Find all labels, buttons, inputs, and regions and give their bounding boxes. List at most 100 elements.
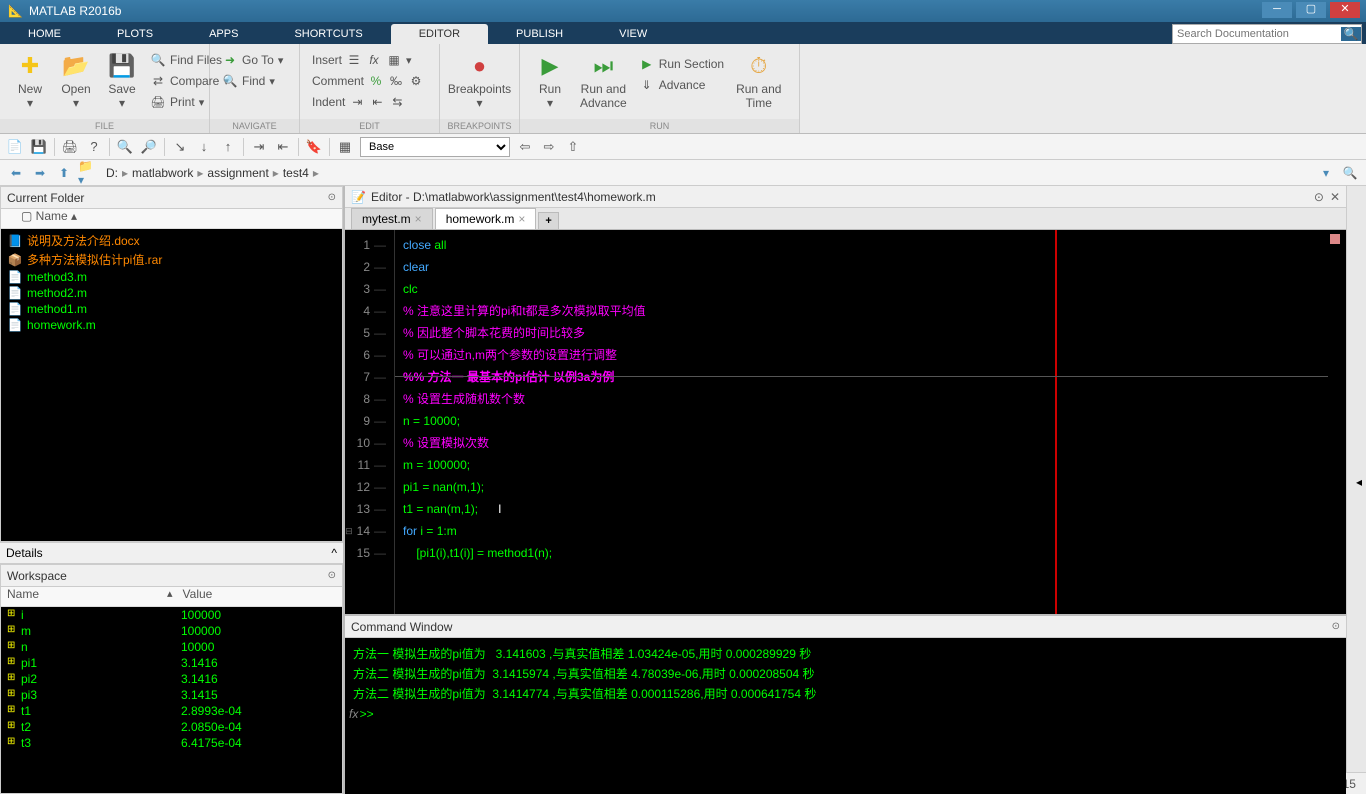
step-out-icon[interactable]: ↑	[219, 138, 237, 156]
file-item[interactable]: 📘说明及方法介绍.docx	[3, 231, 340, 250]
command-window-header: Command Window ⊙	[345, 616, 1346, 638]
tab-editor[interactable]: EDITOR	[391, 24, 488, 44]
help-icon[interactable]: ?	[85, 138, 103, 156]
folder-icon: 📁▾	[78, 163, 98, 183]
zoom-out-icon[interactable]: 🔎	[140, 138, 158, 156]
tab-close-icon[interactable]: ×	[415, 212, 422, 226]
minimize-button[interactable]: ─	[1262, 2, 1292, 18]
workspace-var[interactable]: ⊞n10000	[1, 639, 342, 655]
tab-view[interactable]: VIEW	[591, 24, 675, 44]
file-item[interactable]: 📦多种方法模拟估计pi值.rar	[3, 250, 340, 269]
indent-button[interactable]: Indent ⇥⇤⇆	[308, 92, 431, 112]
file-item[interactable]: 📄homework.m	[3, 317, 340, 333]
tab-home[interactable]: HOME	[0, 24, 89, 44]
breadcrumb-item[interactable]: assignment	[203, 166, 272, 180]
workspace-var[interactable]: ⊞t22.0850e-04	[1, 719, 342, 735]
new-button[interactable]: ✚New▾	[8, 46, 52, 120]
dropdown-icon[interactable]: ▾	[1316, 163, 1336, 183]
command-window[interactable]: 方法一 模拟生成的pi值为 3.141603 ,与真实值相差 1.03424e-…	[345, 638, 1346, 794]
insert-button[interactable]: Insert ☰fx▦▾	[308, 50, 431, 70]
code-editor[interactable]: 1—2—3—4—5—6—7—8—9—10—11—12—13—⊟14—15— cl…	[345, 230, 1346, 614]
editor-tabs: mytest.m×homework.m×+	[345, 208, 1346, 230]
editor-menu-icon[interactable]: ⊙	[1314, 190, 1324, 204]
file-col-header[interactable]: ▢ Name ▴	[1, 209, 342, 229]
open-button[interactable]: 📂Open▾	[54, 46, 98, 120]
editor-tab[interactable]: mytest.m×	[351, 208, 433, 229]
maximize-button[interactable]: ▢	[1296, 2, 1326, 18]
close-button[interactable]: ✕	[1330, 2, 1360, 18]
find-button[interactable]: 🔍Find ▾	[218, 71, 291, 91]
run-advance-button[interactable]: ⏭Run and Advance	[574, 46, 633, 120]
workspace-var[interactable]: ⊞pi13.1416	[1, 655, 342, 671]
run-time-button[interactable]: ⏱Run and Time	[730, 46, 787, 120]
workspace-var[interactable]: ⊞i100000	[1, 607, 342, 623]
message-strip[interactable]	[1328, 230, 1346, 614]
nav-fwd-icon[interactable]: ⇨	[540, 138, 558, 156]
panel-menu-icon[interactable]: ⊙	[328, 192, 336, 203]
var-icon: ⊞	[7, 704, 21, 718]
workspace-var[interactable]: ⊞t12.8993e-04	[1, 703, 342, 719]
workspace-header: Workspace ⊙	[1, 565, 342, 587]
search-input[interactable]	[1173, 28, 1341, 40]
step-in-icon[interactable]: ↓	[195, 138, 213, 156]
nav-up-icon[interactable]: ⇧	[564, 138, 582, 156]
editor-close-icon[interactable]: ✕	[1330, 190, 1340, 204]
group-breakpoints: BREAKPOINTS	[440, 119, 519, 133]
breakpoints-button[interactable]: ●Breakpoints▾	[448, 46, 511, 114]
workspace-var[interactable]: ⊞pi23.1416	[1, 671, 342, 687]
comment-button[interactable]: Comment %‰⚙	[308, 71, 431, 91]
title-bar: 📐 MATLAB R2016b ─ ▢ ✕	[0, 0, 1366, 22]
file-item[interactable]: 📄method2.m	[3, 285, 340, 301]
workspace-var[interactable]: ⊞m100000	[1, 623, 342, 639]
search-doc-box[interactable]: 🔍	[1172, 24, 1362, 44]
workspace-var[interactable]: ⊞pi33.1415	[1, 687, 342, 703]
add-tab-button[interactable]: +	[538, 212, 558, 229]
panel-menu-icon[interactable]: ⊙	[1332, 621, 1340, 632]
file-icon: 📘	[7, 234, 23, 248]
step-icon[interactable]: ↘	[171, 138, 189, 156]
tab-apps[interactable]: APPS	[181, 24, 266, 44]
zoom-in-icon[interactable]: 🔍	[116, 138, 134, 156]
var-icon: ⊞	[7, 608, 21, 622]
breadcrumb-item[interactable]: test4	[279, 166, 313, 180]
up-folder-icon[interactable]: ⬆	[54, 163, 74, 183]
search-folder-icon[interactable]: 🔍	[1340, 163, 1360, 183]
run-section-button[interactable]: ▶Run Section	[635, 54, 728, 74]
stack-icon[interactable]: ▦	[336, 138, 354, 156]
ws-col-header[interactable]: Name ▴ Value	[1, 587, 342, 607]
scope-select[interactable]: Base	[360, 137, 510, 157]
tab-close-icon[interactable]: ×	[518, 212, 525, 226]
breadcrumb-item[interactable]: D:	[102, 166, 122, 180]
workspace-var[interactable]: ⊞t36.4175e-04	[1, 735, 342, 751]
forward-icon[interactable]: ➡	[30, 163, 50, 183]
file-item[interactable]: 📄method3.m	[3, 269, 340, 285]
goto-button[interactable]: ➜Go To ▾	[218, 50, 291, 70]
indent-icon[interactable]: ⇥	[250, 138, 268, 156]
nav-back-icon[interactable]: ⇦	[516, 138, 534, 156]
print-icon[interactable]: 🖨	[61, 138, 79, 156]
var-icon: ⊞	[7, 656, 21, 670]
collapse-icon[interactable]: ◂	[1352, 475, 1366, 489]
tab-shortcuts[interactable]: SHORTCUTS	[266, 24, 390, 44]
outdent-icon[interactable]: ⇤	[274, 138, 292, 156]
run-button[interactable]: ▶Run▾	[528, 46, 572, 120]
editor-tab[interactable]: homework.m×	[435, 208, 537, 229]
advance-button[interactable]: ⇓Advance	[635, 75, 728, 95]
tab-publish[interactable]: PUBLISH	[488, 24, 591, 44]
search-icon[interactable]: 🔍	[1341, 27, 1361, 41]
panel-menu-icon[interactable]: ⊙	[328, 570, 336, 581]
tab-plots[interactable]: PLOTS	[89, 24, 181, 44]
editor-icon: 📝	[351, 190, 367, 204]
new-script-icon[interactable]: 📄	[6, 138, 24, 156]
breadcrumb-item[interactable]: matlabwork	[128, 166, 197, 180]
save-icon[interactable]: 💾	[30, 138, 48, 156]
back-icon[interactable]: ⬅	[6, 163, 26, 183]
group-edit: EDIT	[300, 119, 439, 133]
details-header[interactable]: Details^	[0, 542, 343, 564]
save-button[interactable]: 💾Save▾	[100, 46, 144, 120]
address-bar: ⬅ ➡ ⬆ 📁▾ D: ▸ matlabwork ▸ assignment ▸ …	[0, 160, 1366, 186]
main-tabs: HOMEPLOTSAPPSSHORTCUTSEDITORPUBLISHVIEW …	[0, 22, 1366, 44]
ribbon: ✚New▾ 📂Open▾ 💾Save▾ 🔍Find Files ⇄Compare…	[0, 44, 1366, 134]
bookmark-icon[interactable]: 🔖	[305, 138, 323, 156]
file-item[interactable]: 📄method1.m	[3, 301, 340, 317]
